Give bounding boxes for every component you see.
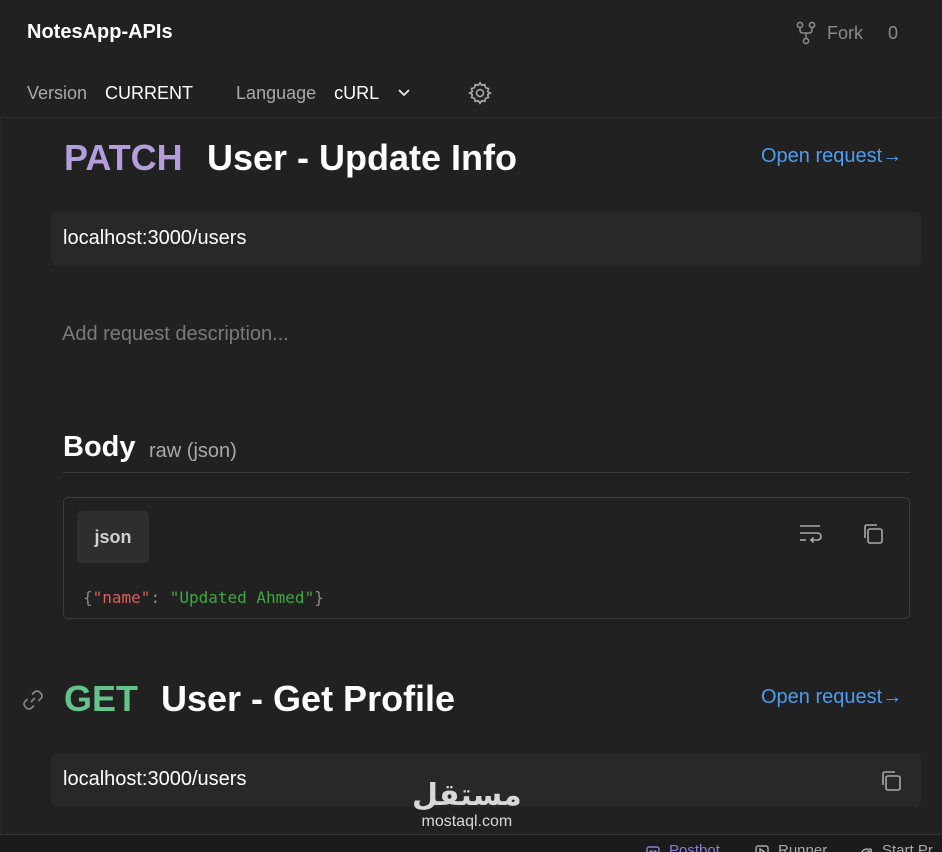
body-divider	[63, 472, 910, 473]
start-proxy-button[interactable]: Start Pr	[858, 842, 933, 852]
runner-label: Runner	[778, 842, 828, 852]
proxy-icon	[860, 847, 873, 852]
watermark: مستقل mostaql.com	[412, 778, 522, 830]
gear-icon[interactable]	[467, 80, 493, 106]
request-url: localhost:3000/users	[63, 227, 247, 249]
fork-button[interactable]: Fork	[795, 21, 863, 45]
documentation-page: NotesApp-APIs Fork 0 Version CURRENT Lan…	[0, 0, 942, 852]
version-label: Version	[27, 82, 88, 103]
request-description-input[interactable]: Add request description...	[62, 323, 289, 346]
version-select[interactable]: CURRENT	[105, 83, 193, 104]
watermark-latin: mostaql.com	[421, 813, 513, 830]
copy-icon[interactable]	[879, 769, 903, 798]
runner-icon	[755, 844, 769, 852]
wrap-lines-icon[interactable]	[798, 522, 824, 549]
postbot-icon	[646, 845, 660, 852]
watermark-arabic: مستقل	[412, 778, 522, 813]
link-icon[interactable]	[21, 688, 45, 717]
request-title: User - Get Profile	[161, 678, 456, 719]
collection-title: NotesApp-APIs	[27, 21, 173, 43]
status-bar: Postbot Runner Start Pr	[0, 834, 942, 852]
toolbar: Version CURRENT Language cURL	[27, 81, 493, 105]
json-key: "name"	[92, 588, 151, 607]
json-value: "Updated Ahmed"	[169, 588, 315, 607]
json-close-brace: }	[314, 588, 324, 607]
request-url: localhost:3000/users	[63, 768, 247, 790]
copy-icon[interactable]	[861, 522, 885, 551]
postbot-button[interactable]: Postbot	[645, 842, 720, 852]
left-border	[0, 118, 2, 834]
chevron-down-icon[interactable]	[397, 88, 411, 98]
fork-count: 0	[888, 23, 899, 43]
request-title: User - Update Info	[207, 137, 518, 178]
json-tab[interactable]: json	[77, 511, 149, 563]
postbot-label: Postbot	[669, 842, 720, 852]
json-colon: :	[150, 588, 170, 607]
open-request-link[interactable]: Open request→	[761, 686, 902, 709]
fork-icon	[796, 21, 816, 45]
json-open-brace: {	[83, 588, 93, 607]
code-line: {"name": "Updated Ahmed"}	[83, 588, 324, 607]
open-request-link[interactable]: Open request→	[761, 145, 902, 168]
start-proxy-label: Start Pr	[882, 842, 933, 852]
method-badge-patch: PATCH	[64, 137, 183, 178]
body-title: Body	[63, 431, 136, 463]
language-select[interactable]: cURL	[334, 83, 379, 104]
header-divider	[0, 117, 942, 118]
request-url-box: localhost:3000/users	[51, 212, 921, 266]
code-block: json {"name": "Updated Ahmed"}	[63, 497, 910, 619]
fork-label: Fork	[827, 22, 863, 43]
method-badge-get: GET	[64, 678, 139, 719]
language-label: Language	[236, 82, 317, 103]
body-type: raw (json)	[149, 440, 237, 462]
runner-button[interactable]: Runner	[754, 842, 827, 852]
